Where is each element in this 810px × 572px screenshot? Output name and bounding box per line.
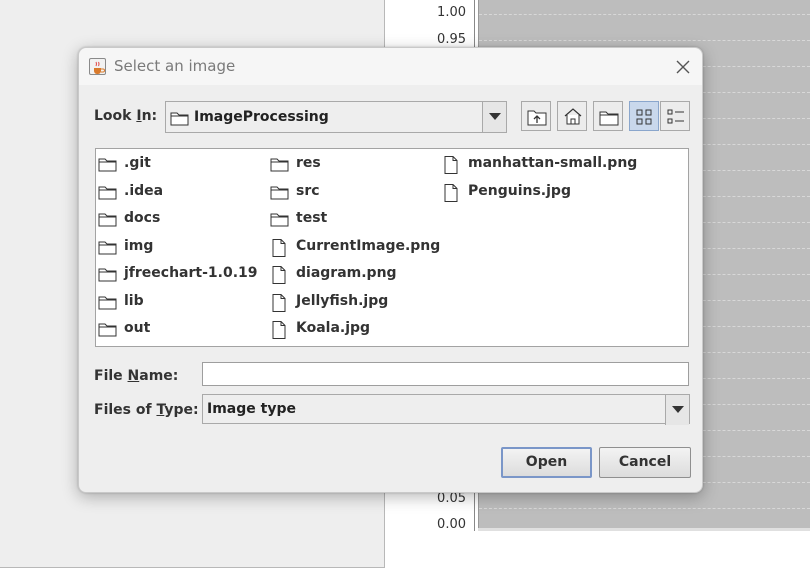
folder-name: test: [296, 210, 328, 226]
open-button[interactable]: Open: [501, 447, 592, 478]
chart-shadow: [478, 528, 810, 531]
file-name: CurrentImage.png: [296, 238, 441, 254]
home-icon: [564, 108, 582, 125]
folder-icon: [98, 211, 118, 231]
file-icon: [442, 156, 462, 178]
title-bar[interactable]: Select an image: [79, 48, 702, 85]
folder-name: .idea: [124, 183, 164, 199]
list-view-icon: [636, 109, 652, 125]
folder-name: docs: [124, 210, 161, 226]
folder-icon: [98, 156, 118, 176]
folder-name: jfreechart-1.0.19: [124, 265, 258, 281]
folder-icon: [98, 321, 118, 341]
home-button[interactable]: [557, 101, 587, 131]
folder-name: out: [124, 320, 151, 336]
chevron-down-icon: [489, 113, 501, 120]
file-name-label: File Name:: [94, 368, 179, 384]
folder-icon: [270, 156, 290, 176]
folder-name: img: [124, 238, 154, 254]
folder-icon: [98, 184, 118, 204]
folder-icon: [98, 294, 118, 314]
file-icon: [442, 184, 462, 206]
up-one-level-button[interactable]: [521, 101, 551, 131]
folder-icon: [170, 110, 190, 130]
up-folder-icon: [527, 110, 547, 126]
gridline: [479, 14, 810, 15]
file-icon: [270, 239, 290, 261]
chevron-down-icon: [672, 406, 684, 413]
file-chooser-dialog: Select an image Look In: ImageProcessing: [78, 47, 703, 493]
files-of-type-value: Image type: [207, 401, 296, 417]
file-icon: [270, 294, 290, 316]
folder-name: res: [296, 155, 321, 171]
folder-icon: [98, 266, 118, 286]
folder-icon: [270, 211, 290, 231]
folder-name: .git: [124, 155, 151, 171]
file-name: diagram.png: [296, 265, 397, 281]
folder-icon: [98, 239, 118, 259]
folder-name: lib: [124, 293, 144, 309]
look-in-label: Look In:: [94, 108, 158, 124]
y-tick-label: 0.05: [437, 491, 466, 506]
file-name-input[interactable]: [202, 362, 689, 386]
java-cup-icon: [89, 58, 106, 75]
file-icon: [270, 321, 290, 343]
new-folder-button[interactable]: [593, 101, 623, 131]
y-tick-label: 0.95: [437, 32, 466, 47]
gridline: [479, 40, 810, 41]
details-view-icon: [667, 109, 684, 124]
dialog-title: Select an image: [114, 57, 236, 75]
folder-icon: [270, 184, 290, 204]
files-of-type-combobox[interactable]: Image type: [202, 394, 690, 425]
file-name: Jellyfish.jpg: [296, 293, 389, 309]
y-tick-label: 0.00: [437, 517, 466, 532]
files-of-type-dropdown-button[interactable]: [665, 395, 689, 425]
close-button[interactable]: [670, 54, 696, 80]
gridline: [479, 508, 810, 509]
close-icon: [676, 60, 690, 74]
file-icon: [270, 266, 290, 288]
folder-name: src: [296, 183, 320, 199]
file-list[interactable]: .git .idea docs img jfreechart-1.0.19 li…: [95, 148, 689, 347]
file-name: Koala.jpg: [296, 320, 371, 336]
cancel-button[interactable]: Cancel: [599, 447, 691, 478]
file-name: manhattan-small.png: [468, 155, 638, 171]
new-folder-icon: [599, 111, 619, 126]
files-of-type-label: Files of Type:: [94, 402, 199, 418]
y-tick-label: 1.00: [437, 5, 466, 20]
look-in-combobox[interactable]: ImageProcessing: [165, 101, 507, 133]
look-in-dropdown-button[interactable]: [482, 102, 506, 132]
details-view-button[interactable]: [660, 101, 690, 131]
look-in-value: ImageProcessing: [194, 109, 329, 125]
file-name: Penguins.jpg: [468, 183, 571, 199]
list-view-button[interactable]: [629, 101, 659, 131]
